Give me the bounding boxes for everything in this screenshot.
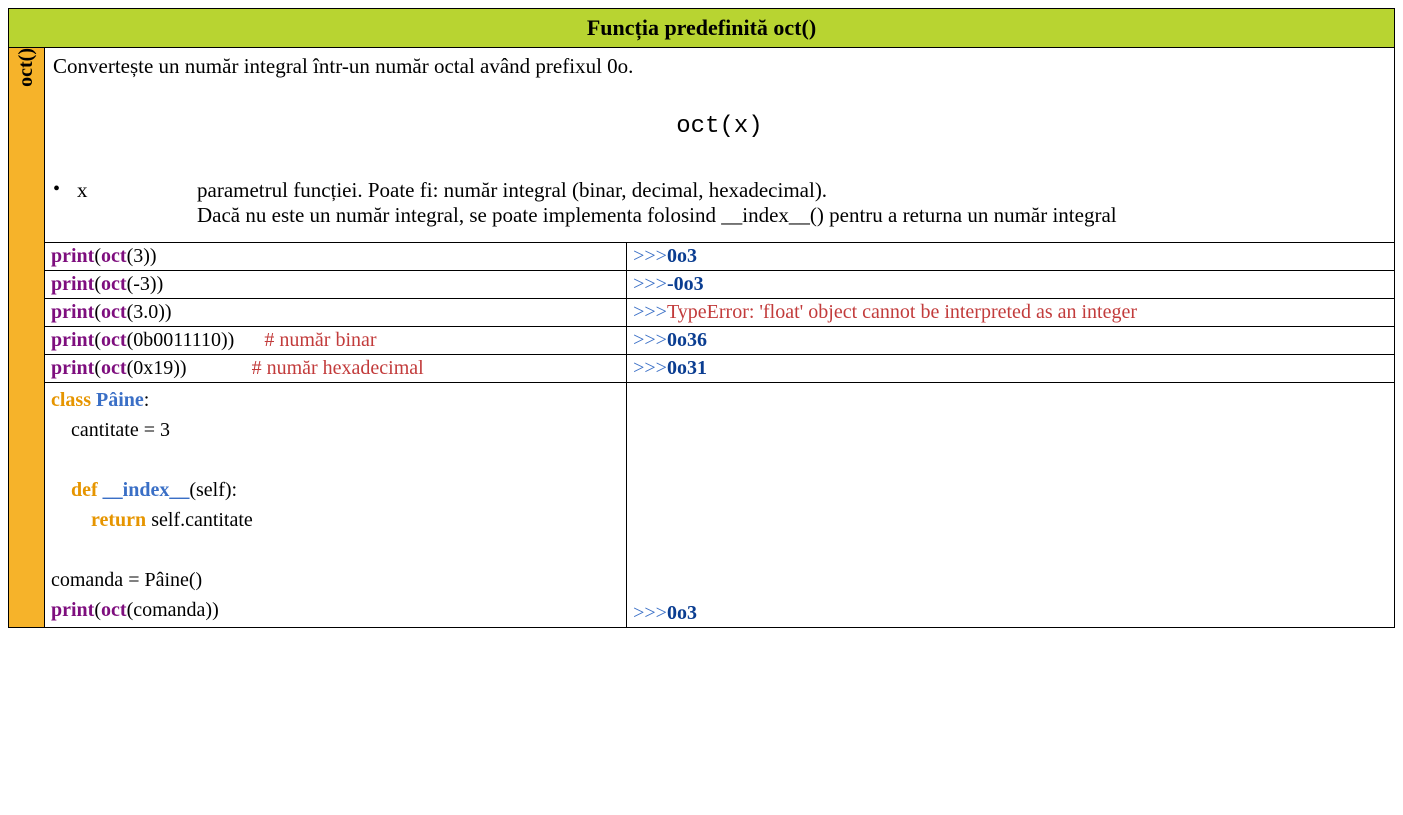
table-row: print(oct(0b0011110)) # număr binar >>>0…	[9, 327, 1395, 355]
parameter-description: parametrul funcției. Poate fi: număr int…	[197, 178, 1117, 228]
param-desc-line1: parametrul funcției. Poate fi: număr int…	[197, 178, 827, 202]
print-keyword: print	[51, 329, 94, 351]
output-cell: >>>0o31	[627, 355, 1395, 383]
description-paragraph: Convertește un număr integral într-un nu…	[53, 54, 1386, 79]
def-rest: (self):	[189, 479, 237, 501]
code-arg: 0x19	[133, 357, 173, 379]
code-comment: # număr hexadecimal	[252, 357, 424, 379]
output-value: 0o3	[667, 602, 697, 624]
code-cell: print(oct(0b0011110)) # număr binar	[45, 327, 627, 355]
table-row: print(oct(-3)) >>>-0o3	[9, 271, 1395, 299]
param-desc-line2: Dacă nu este un număr integral, se poate…	[197, 203, 1117, 227]
output-neg: -	[667, 273, 674, 295]
function-doc-table: Funcția predefinită oct() oct() Converte…	[8, 8, 1395, 628]
assign-line: comanda = Pâine()	[51, 569, 202, 591]
class-body-line: cantitate = 3	[51, 419, 170, 441]
output-prompt: >>>	[633, 357, 667, 379]
output-prompt: >>>	[633, 301, 667, 323]
table-row: print(oct(3.0)) >>>TypeError: 'float' ob…	[9, 299, 1395, 327]
output-cell: >>>0o3	[627, 383, 1395, 628]
code-arg: 3.0	[133, 301, 158, 323]
bullet-icon: •	[53, 178, 77, 201]
code-arg: -3	[133, 273, 150, 295]
colon: :	[144, 389, 150, 411]
sidebar-label: oct()	[15, 48, 38, 87]
output-value: 0o31	[667, 357, 707, 379]
function-signature: oct(x)	[53, 113, 1386, 140]
output-prompt: >>>	[633, 329, 667, 351]
output-cell: >>>-0o3	[627, 271, 1395, 299]
code-comment: # număr binar	[264, 329, 376, 351]
def-keyword: def	[71, 479, 98, 501]
oct-keyword: oct	[101, 329, 127, 351]
code-cell: class Pâine: cantitate = 3 def __index__…	[45, 383, 627, 628]
oct-keyword: oct	[101, 273, 127, 295]
parameter-name: x	[77, 178, 197, 203]
code-cell: print(oct(0x19)) # număr hexadecimal	[45, 355, 627, 383]
class-keyword: class	[51, 389, 91, 411]
output-cell: >>>0o3	[627, 243, 1395, 271]
oct-keyword: oct	[101, 301, 127, 323]
return-rest: self.cantitate	[146, 509, 253, 531]
class-name: Pâine	[96, 389, 144, 411]
output-prompt: >>>	[633, 602, 667, 624]
oct-keyword: oct	[101, 599, 127, 621]
table-row: class Pâine: cantitate = 3 def __index__…	[9, 383, 1395, 628]
print-keyword: print	[51, 301, 94, 323]
output-error: TypeError: 'float' object cannot be inte…	[667, 301, 1137, 323]
table-row: print(oct(3)) >>>0o3	[9, 243, 1395, 271]
oct-keyword: oct	[101, 357, 127, 379]
parameter-item: • x parametrul funcției. Poate fi: număr…	[53, 178, 1386, 228]
code-arg: 0b0011110	[133, 329, 221, 351]
output-prompt: >>>	[633, 245, 667, 267]
output-value: 0o36	[667, 329, 707, 351]
table-row: print(oct(0x19)) # număr hexadecimal >>>…	[9, 355, 1395, 383]
print-keyword: print	[51, 599, 94, 621]
sidebar-cell: oct()	[9, 48, 45, 628]
table-header: Funcția predefinită oct()	[9, 9, 1395, 48]
output-cell: >>>TypeError: 'float' object cannot be i…	[627, 299, 1395, 327]
output-prompt: >>>	[633, 273, 667, 295]
output-cell: >>>0o36	[627, 327, 1395, 355]
method-name: __index__	[103, 479, 190, 501]
print-keyword: print	[51, 245, 94, 267]
code-cell: print(oct(3.0))	[45, 299, 627, 327]
description-cell: Convertește un număr integral într-un nu…	[45, 48, 1395, 243]
print-keyword: print	[51, 273, 94, 295]
class-code-block: class Pâine: cantitate = 3 def __index__…	[51, 385, 620, 625]
return-keyword: return	[91, 509, 146, 531]
code-cell: print(oct(3))	[45, 243, 627, 271]
code-pad	[234, 329, 264, 351]
code-arg: 3	[133, 245, 143, 267]
code-pad	[187, 357, 252, 379]
print-keyword: print	[51, 357, 94, 379]
output-value: 0o3	[667, 245, 697, 267]
header-title: Funcția predefinită oct()	[587, 15, 816, 40]
output-value: 0o3	[674, 273, 704, 295]
oct-keyword: oct	[101, 245, 127, 267]
print-arg: comanda	[133, 599, 205, 621]
code-cell: print(oct(-3))	[45, 271, 627, 299]
